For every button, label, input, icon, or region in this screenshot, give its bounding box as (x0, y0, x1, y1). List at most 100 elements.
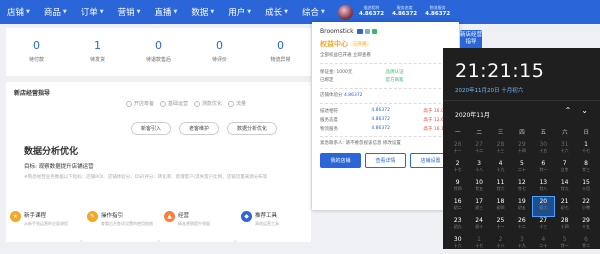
stat-logistics-issue[interactable]: 0 物流异常 (250, 40, 311, 76)
card-operations[interactable]: ▲ 经营 精准营销提升销量 (160, 206, 234, 242)
calendar-day[interactable]: 4 二十 (533, 235, 554, 254)
lunar-date: 十八 (496, 242, 505, 248)
calendar-day[interactable]: 18 初四 (490, 197, 511, 216)
calendar-day[interactable]: 21 初七 (554, 197, 575, 216)
step-dot-icon (126, 100, 132, 107)
chevron-up-icon[interactable]: ⌃ (565, 106, 572, 115)
lunar-date: 廿四 (453, 185, 462, 191)
calendar-day[interactable]: 6 廿二 (575, 235, 596, 254)
my-shop-button[interactable]: 我的店铺 (320, 152, 361, 168)
nav-item-general[interactable]: 综合 ▼ (295, 0, 332, 24)
calendar-day[interactable]: 28 十三 (490, 140, 511, 159)
calendar-day[interactable]: 17 初三 (468, 197, 489, 216)
nav-item-goods[interactable]: 商品 ▼ (37, 0, 74, 24)
calendar-day[interactable]: 30 十六 (447, 235, 468, 254)
weekday: 四 (519, 130, 525, 136)
calendar-day[interactable]: 1 十七 (575, 140, 596, 159)
dsr-row: 物流服务 4.86372 高于 16.16% (320, 125, 451, 132)
lunar-date: 初十 (475, 223, 484, 229)
calendar-day[interactable]: 25 十一 (490, 216, 511, 235)
calendar-day[interactable]: 9 廿四 (447, 178, 468, 197)
step-item[interactable]: 基础运营 (160, 100, 188, 107)
calendar-day[interactable]: 3 十八 (468, 159, 489, 178)
calendar-day[interactable]: 5 廿一 (554, 235, 575, 254)
stat-pending-payment[interactable]: 0 待付款 (6, 40, 67, 76)
experience-score: 店铺体验分 4.86372 (320, 92, 363, 98)
calendar-day[interactable]: 26 十一 (447, 140, 468, 159)
chevron-down-icon: ▼ (136, 9, 141, 15)
nav-item-growth[interactable]: 成长 ▼ (258, 0, 295, 24)
lunar-date: 廿九 (560, 185, 569, 191)
nav-item-shop[interactable]: 店铺 ▼ (0, 0, 37, 24)
step-dot-icon (228, 100, 235, 107)
nav-item-live[interactable]: 直播 ▼ (148, 0, 185, 24)
card-guide[interactable]: ✎ 操作指引 查看后台各项设置的使用指南 (83, 206, 157, 242)
stat-pending-review[interactable]: 0 待评价 (189, 40, 250, 76)
tab-old-customers[interactable]: 老客维护 (179, 122, 220, 135)
calendar-day[interactable]: 15 十月 (575, 178, 596, 197)
dsr-row: 服务态度 4.86372 高于 12.61% (320, 116, 451, 123)
chevron-down-icon[interactable]: ⌄ (581, 106, 588, 115)
step-item[interactable]: 测款优化 (194, 100, 222, 107)
calendar-day[interactable]: 2 十八 (490, 235, 511, 254)
weekday: 一 (454, 130, 461, 136)
deposit-label[interactable]: 保证金: 1000元 (320, 69, 386, 75)
calendar-day[interactable]: 16 初二 (447, 197, 468, 216)
calendar-day[interactable]: 6 廿一 (533, 159, 554, 178)
calendar-day[interactable]: 19 初五 (511, 197, 532, 216)
calendar-day[interactable]: 11 廿六 (490, 178, 511, 197)
calendar-day[interactable]: 2 十七 (447, 159, 468, 178)
lunar-date: 初九 (453, 223, 462, 229)
weekday: 二 (476, 130, 482, 136)
card-tutorial[interactable]: ★ 新手课程 从新手到运营的全面课程 (6, 206, 80, 242)
feature-cards: ★ 新手课程 从新手到运营的全面课程 ✎ 操作指引 查看后台各项设置的使用指南 ▲ 经营精… (6, 206, 311, 242)
calendar-day[interactable]: 26 十二 (511, 216, 532, 235)
nav-item-users[interactable]: 用户 ▼ (221, 0, 258, 24)
lunar-date: 二十 (517, 166, 526, 172)
calendar-month[interactable]: 2020年11月 (455, 110, 490, 119)
stat-pending-shipment[interactable]: 1 待发货 (67, 40, 128, 76)
calendar-day[interactable]: 27 十三 (533, 216, 554, 235)
calendar-day[interactable]: 10 廿五 (468, 178, 489, 197)
nav-item-orders[interactable]: 订单 ▼ (74, 0, 111, 24)
calendar-day[interactable]: 28 十四 (554, 216, 575, 235)
clock-calendar-flyout: 21:21:15 2020年11月20日 十月初六 2020年11月 ⌃ ⌄ 一 … (443, 48, 600, 249)
step-item[interactable]: 流量 (228, 100, 246, 107)
card-tools[interactable]: ◆ 推荐工具 高效运营工具 (237, 206, 311, 242)
chevron-down-icon: ▼ (62, 9, 67, 15)
calendar-day[interactable]: 1 十七 (468, 235, 489, 254)
calendar-day[interactable]: 4 十九 (490, 159, 511, 178)
calendar-day[interactable]: 12 廿七 (511, 178, 532, 197)
calendar-day[interactable]: 24 初十 (468, 216, 489, 235)
calendar-days: 26 十一 27 十二 28 十三 29 十四 30 十五 31 十六 1 十七 2 十七 3 十八 4 十九 5 二十 6… (447, 140, 597, 254)
calendar-day[interactable]: 5 二十 (511, 159, 532, 178)
tab-new-customers[interactable]: 新客引入 (131, 122, 172, 135)
lunar-date: 二十 (539, 242, 548, 248)
lunar-date: 十四 (517, 147, 526, 153)
nav-item-marketing[interactable]: 营销 ▼ (111, 0, 148, 24)
calendar-day[interactable]: 13 廿八 (533, 178, 554, 197)
calendar-day[interactable]: 8 廿三 (575, 159, 596, 178)
avatar[interactable] (338, 4, 353, 20)
user-area[interactable]: 描述相符 4.86372 服务态度 4.86372 物流服务 4.86372 (338, 0, 458, 24)
step-dot-icon (160, 100, 167, 107)
step-item[interactable]: 开店筹备 (126, 100, 154, 107)
calendar-day[interactable]: 30 十五 (533, 140, 554, 159)
calendar-day[interactable]: 31 十六 (554, 140, 575, 159)
nav-item-data[interactable]: 数据 ▼ (184, 0, 221, 24)
calendar-day[interactable]: 14 廿九 (554, 178, 575, 197)
calendar-day[interactable]: 27 十二 (468, 140, 489, 159)
calendar-day[interactable]: 29 十四 (511, 140, 532, 159)
divider (443, 100, 600, 101)
tab-data-analysis[interactable]: 数据分析优化 (227, 122, 278, 135)
stat-refund[interactable]: 0 待退款售后 (128, 40, 189, 76)
rights-center[interactable]: 权益中心 已开通 (320, 39, 451, 49)
view-details-button[interactable]: 查看详情 (365, 152, 406, 168)
calendar-day[interactable]: 3 十九 (511, 235, 532, 254)
clock-date[interactable]: 2020年11月20日 十月初六 (455, 86, 523, 94)
calendar-day[interactable]: 22 小雪 (575, 197, 596, 216)
calendar-day[interactable]: 23 初九 (447, 216, 468, 235)
calendar-day[interactable]: 7 立冬 (554, 159, 575, 178)
calendar-day-today[interactable]: 20 初六 (531, 196, 555, 217)
calendar-day[interactable]: 29 十五 (575, 216, 596, 235)
